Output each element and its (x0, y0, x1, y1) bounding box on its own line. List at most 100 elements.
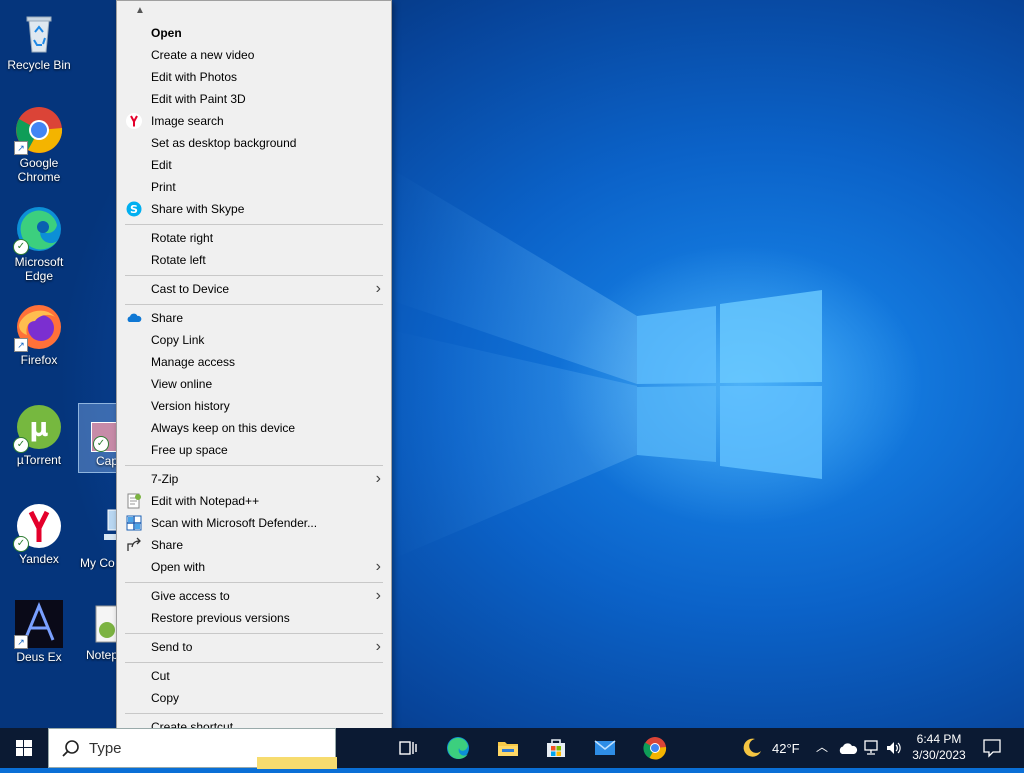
desktop-icon-recycle-bin[interactable]: Recycle Bin (1, 8, 77, 72)
menu-item-create-new-video[interactable]: Create a new video (121, 44, 387, 66)
taskbar-search-box[interactable]: Type (48, 728, 337, 769)
taskbar-chrome-button[interactable] (631, 728, 679, 768)
sync-check-icon: ✓ (13, 437, 29, 453)
computer-icon (102, 506, 116, 540)
task-view-icon (399, 741, 417, 755)
notepad-plus-icon (127, 493, 141, 509)
menu-item-rotate-left[interactable]: Rotate left (121, 249, 387, 271)
menu-item-label: Open (151, 26, 182, 40)
taskbar-store-button[interactable] (532, 728, 580, 768)
shortcut-arrow-icon: ↗ (14, 338, 28, 352)
menu-separator (125, 662, 383, 663)
desktop-icon-microsoft-edge[interactable]: ✓ Microsoft Edge (1, 205, 77, 283)
sync-check-icon: ✓ (13, 536, 29, 552)
desktop-icon-label: Microsoft Edge (14, 255, 64, 283)
onedrive-cloud-icon[interactable] (838, 741, 858, 755)
shortcut-arrow-icon: ↗ (14, 141, 28, 155)
desktop-icon-notepad[interactable]: Notep (78, 600, 116, 662)
menu-separator (125, 224, 383, 225)
taskbar-file-explorer-button[interactable] (484, 728, 532, 768)
menu-item-copy-link[interactable]: Copy Link (121, 329, 387, 351)
clock[interactable]: 6:44 PM 3/30/2023 (906, 728, 972, 768)
menu-item-share[interactable]: Share (121, 534, 387, 556)
desktop-icon-deus-ex[interactable]: ↗ Deus Ex (1, 600, 77, 664)
notification-icon (983, 739, 1001, 758)
sync-check-icon: ✓ (93, 436, 109, 452)
network-icon[interactable] (863, 740, 881, 756)
menu-item-image-search[interactable]: Image search (121, 110, 387, 132)
menu-item-view-online[interactable]: View online (121, 373, 387, 395)
weather-widget[interactable]: 42°F (738, 728, 804, 768)
tray-overflow-button[interactable]: ︿ (814, 738, 830, 758)
menu-item-label: Print (151, 180, 176, 194)
desktop-icon-capture-selected[interactable]: ✓ Cap (78, 403, 118, 473)
desktop-icon-label: Yandex (19, 552, 59, 566)
menu-item-manage-access[interactable]: Manage access (121, 351, 387, 373)
menu-item-label: Image search (151, 114, 224, 128)
edge-icon (447, 737, 469, 759)
menu-item-copy[interactable]: Copy (121, 687, 387, 709)
menu-item-give-access-to[interactable]: Give access to › (121, 585, 387, 607)
desktop-icon-label: µTorrent (16, 453, 62, 467)
taskbar: Type 42°F ︿ 6:44 PM 3/30/2023 (0, 728, 1024, 769)
menu-item-label: Rotate right (151, 231, 214, 245)
context-menu: ▲ Open Create a new video Edit with Phot… (116, 0, 392, 757)
desktop-icon-yandex[interactable]: ✓ Yandex (1, 502, 77, 566)
menu-item-set-desktop-background[interactable]: Set as desktop background (121, 132, 387, 154)
desktop-icon-label: Deus Ex (16, 650, 62, 664)
menu-item-rotate-right[interactable]: Rotate right (121, 227, 387, 249)
menu-item-free-up-space[interactable]: Free up space (121, 439, 387, 461)
menu-item-scan-defender[interactable]: Scan with Microsoft Defender... (121, 512, 387, 534)
menu-item-version-history[interactable]: Version history (121, 395, 387, 417)
action-center-button[interactable] (976, 728, 1016, 768)
microsoft-store-icon (547, 739, 565, 757)
menu-item-cast-to-device[interactable]: Cast to Device › (121, 278, 387, 300)
menu-item-label: Edit with Notepad++ (151, 494, 260, 508)
menu-item-edit-with-notepad[interactable]: Edit with Notepad++ (121, 490, 387, 512)
chrome-icon (643, 737, 667, 760)
weather-temperature: 42°F (772, 741, 800, 756)
menu-item-edit-with-photos[interactable]: Edit with Photos (121, 66, 387, 88)
menu-item-label: Rotate left (151, 253, 206, 267)
menu-item-always-keep[interactable]: Always keep on this device (121, 417, 387, 439)
taskbar-edge-button[interactable] (434, 728, 482, 768)
desktop-icon-firefox[interactable]: ↗ Firefox (1, 303, 77, 367)
menu-item-cut[interactable]: Cut (121, 665, 387, 687)
chevron-right-icon: › (375, 558, 381, 575)
menu-separator (125, 582, 383, 583)
menu-item-label: Edit with Paint 3D (151, 92, 246, 106)
recycle-bin-icon (15, 8, 63, 56)
desktop-icon-utorrent[interactable]: µ ✓ µTorrent (1, 403, 77, 467)
taskbar-mail-button[interactable] (581, 728, 629, 768)
menu-item-label: Share (151, 311, 184, 325)
menu-item-open[interactable]: Open (121, 22, 387, 44)
taskbar-task-view-button[interactable] (384, 728, 432, 768)
menu-item-restore-previous-versions[interactable]: Restore previous versions (121, 607, 387, 629)
menu-item-label: Restore previous versions (151, 611, 290, 625)
menu-item-print[interactable]: Print (121, 176, 387, 198)
menu-scroll-up-arrow[interactable]: ▲ (117, 5, 391, 21)
desktop-icon-label: Google Chrome (17, 156, 61, 184)
menu-item-label: Scan with Microsoft Defender... (151, 516, 318, 530)
search-icon (62, 740, 79, 757)
menu-item-label: Give access to (151, 589, 230, 603)
menu-item-edit-with-paint-3d[interactable]: Edit with Paint 3D (121, 88, 387, 110)
utorrent-icon: µ ✓ (13, 403, 63, 453)
menu-item-label: Version history (151, 399, 230, 413)
search-placeholder: Type (89, 740, 122, 757)
clock-time: 6:44 PM (916, 732, 962, 746)
desktop-icon-google-chrome[interactable]: ↗ Google Chrome (1, 106, 77, 184)
menu-item-label: Manage access (151, 355, 236, 369)
menu-item-share-with-skype[interactable]: S Share with Skype (121, 198, 387, 220)
menu-item-open-with[interactable]: Open with › (121, 556, 387, 578)
menu-item-share-onedrive[interactable]: Share (121, 307, 387, 329)
sync-check-icon: ✓ (13, 239, 29, 255)
menu-item-edit[interactable]: Edit (121, 154, 387, 176)
desktop-icon-my-computer[interactable]: My Co (78, 502, 116, 570)
menu-item-7zip[interactable]: 7-Zip › (121, 468, 387, 490)
triangle-up-icon: ▲ (135, 5, 145, 16)
volume-icon[interactable] (885, 740, 903, 756)
menu-item-send-to[interactable]: Send to › (121, 636, 387, 658)
menu-item-label: 7-Zip (151, 472, 179, 486)
start-button[interactable] (0, 728, 48, 768)
